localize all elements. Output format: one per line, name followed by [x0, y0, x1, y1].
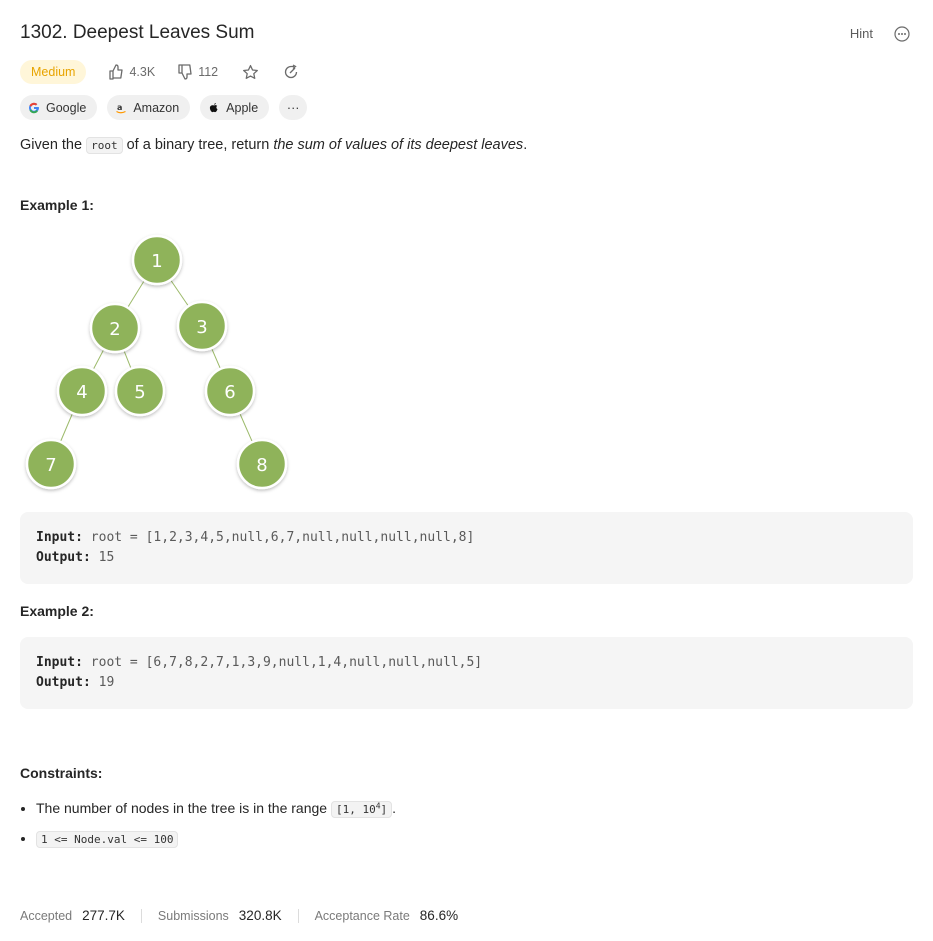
- input-label: Input:: [36, 530, 83, 545]
- hint-button[interactable]: Hint: [850, 26, 873, 41]
- tree-node-label: 5: [134, 382, 145, 403]
- difficulty-badge: Medium: [20, 60, 87, 84]
- more-options-icon[interactable]: [894, 26, 910, 42]
- tree-node-label: 1: [151, 251, 162, 272]
- thumbs-up-icon: [109, 64, 124, 80]
- problem-header: 1302. Deepest Leaves Sum Hint: [20, 22, 913, 48]
- company-tag-apple[interactable]: Apple: [200, 95, 270, 120]
- dislike-button[interactable]: 112: [177, 64, 218, 80]
- tree-node: 2: [89, 302, 141, 354]
- tree-node-label: 2: [109, 319, 120, 340]
- star-icon: [243, 64, 259, 79]
- like-button[interactable]: 4.3K: [108, 64, 155, 80]
- like-count: 4.3K: [129, 65, 156, 79]
- example-1-code-block: Input: root = [1,2,3,4,5,null,6,7,null,n…: [20, 512, 913, 584]
- tree-node-label: 3: [196, 317, 207, 338]
- tree-node: 5: [114, 365, 166, 417]
- output-label: Output:: [36, 675, 91, 690]
- tree-node: 3: [176, 300, 228, 352]
- submissions-value: 320.8K: [238, 908, 282, 923]
- company-name: Apple: [226, 100, 259, 115]
- constraint-item: 1 <= Node.val <= 100: [36, 830, 396, 848]
- more-companies-button[interactable]: ···: [279, 95, 308, 120]
- constraint-code: 1 <= Node.val <= 100: [36, 831, 179, 848]
- tree-node: 8: [236, 438, 288, 490]
- example-1-input-line: Input: root = [1,2,3,4,5,null,6,7,null,n…: [36, 530, 474, 545]
- description-emphasis: the sum of values of its deepest leaves: [273, 137, 524, 153]
- tree-node-label: 6: [224, 382, 235, 403]
- company-name: Amazon: [133, 100, 180, 115]
- divider: [297, 908, 299, 923]
- example-2-output-line: Output: 19: [36, 675, 114, 690]
- favorite-button[interactable]: [242, 64, 259, 81]
- description-text: .: [523, 137, 528, 153]
- thumbs-down-icon: [178, 64, 192, 80]
- submissions-label: Submissions: [157, 908, 229, 923]
- example-2-title: Example 2:: [20, 603, 94, 619]
- divider: [140, 908, 142, 923]
- share-button[interactable]: [283, 64, 299, 80]
- constraint-code: [1, 104]: [330, 801, 393, 818]
- company-tag-amazon[interactable]: a Amazon: [107, 95, 191, 120]
- tree-node: 7: [25, 438, 77, 490]
- example-2-code-block: Input: root = [6,7,8,2,7,1,3,9,null,1,4,…: [20, 637, 913, 709]
- tree-node: 4: [56, 365, 108, 417]
- accepted-value: 277.7K: [82, 908, 125, 923]
- tree-node: 6: [204, 365, 256, 417]
- problem-title: 1302. Deepest Leaves Sum: [20, 22, 255, 43]
- constraint-item: The number of nodes in the tree is in th…: [36, 800, 397, 818]
- description-text: of a binary tree, return: [122, 137, 274, 153]
- output-label: Output:: [36, 550, 91, 565]
- share-icon: [285, 64, 298, 79]
- problem-meta: Medium 4.3K 112: [20, 59, 299, 85]
- tree-node-label: 4: [76, 382, 87, 403]
- example-2-input-line: Input: root = [6,7,8,2,7,1,3,9,null,1,4,…: [36, 655, 482, 670]
- constraint-text: .: [392, 800, 397, 816]
- acceptance-rate-value: 86.6%: [419, 908, 459, 923]
- example-1-tree-diagram: 1 2 3 4 5 6 7 8: [25, 234, 288, 490]
- example-1-title: Example 1:: [20, 197, 94, 213]
- company-tags: Google a Amazon Apple ···: [20, 95, 317, 120]
- company-name: Google: [46, 100, 87, 115]
- example-1-input: root = [1,2,3,4,5,null,6,7,null,null,nul…: [90, 530, 475, 545]
- description-text: Given the: [20, 137, 87, 153]
- constraints-list: The number of nodes in the tree is in th…: [20, 800, 396, 860]
- svg-text:a: a: [117, 103, 122, 112]
- example-1-output-line: Output: 15: [36, 550, 114, 565]
- example-2-output: 19: [98, 675, 115, 690]
- constraint-text: The number of nodes in the tree is in th…: [36, 800, 331, 816]
- inline-code-root: root: [86, 137, 123, 154]
- tree-node: 1: [131, 234, 183, 286]
- tree-node-label: 8: [256, 455, 267, 476]
- problem-description: Given the root of a binary tree, return …: [20, 137, 528, 154]
- dislike-count: 112: [198, 65, 219, 79]
- example-2-input: root = [6,7,8,2,7,1,3,9,null,1,4,null,nu…: [90, 655, 483, 670]
- example-1-output: 15: [98, 550, 115, 565]
- tree-node-label: 7: [45, 455, 56, 476]
- company-tag-google[interactable]: Google: [20, 95, 98, 120]
- accepted-label: Accepted: [20, 908, 73, 923]
- constraints-title: Constraints:: [20, 765, 103, 781]
- google-logo-icon: [28, 102, 40, 114]
- apple-logo-icon: [208, 102, 220, 114]
- acceptance-rate-label: Acceptance Rate: [314, 908, 410, 923]
- amazon-logo-icon: a: [115, 102, 127, 114]
- submission-stats: Accepted 277.7K Submissions 320.8K Accep…: [20, 908, 458, 923]
- input-label: Input:: [36, 655, 83, 670]
